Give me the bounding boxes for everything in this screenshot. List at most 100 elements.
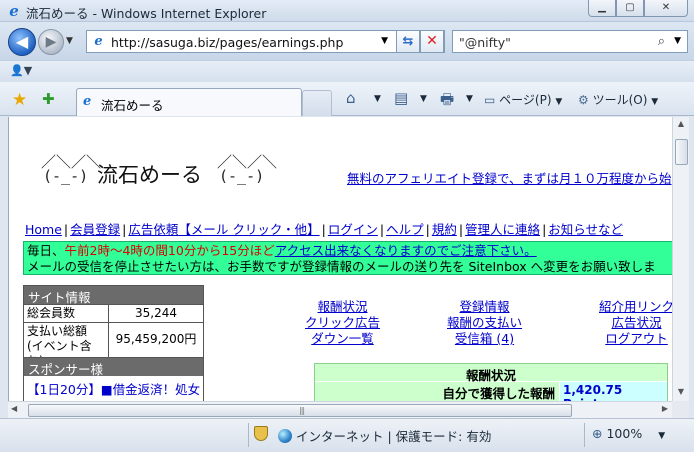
sponsor-link[interactable]: 【1日20分】■借金返済！処女 [24, 376, 203, 401]
web-content: ／＼／＼ (-_-) 流石めーる ／＼／＼ (-_-) 無料のアフェリエイト登録… [8, 117, 677, 401]
maximize-button[interactable]: ▢ [616, 0, 644, 17]
member-links-col2: 登録情報 報酬の支払い 受信箱 (4) [447, 299, 522, 347]
print-icon[interactable]: 🖶 [440, 89, 454, 114]
search-box[interactable]: "@nifty" ⌕ ▼ [452, 30, 688, 53]
command-bar: ★ ✚ e 流石めーる ⌂ ▼ ▤ ▼ 🖶 ▼ ▭ ページ(P) ▼ ⚙ ツール… [0, 82, 694, 116]
link-referral[interactable]: 紹介用リンク [599, 299, 674, 315]
nav-link-home[interactable]: Home [25, 222, 62, 237]
feed-dropdown-icon[interactable]: ▼ [420, 94, 427, 104]
vertical-scrollbar[interactable]: ▲ ▼ [672, 117, 689, 401]
search-input[interactable]: "@nifty" [459, 35, 511, 50]
add-favorite-icon[interactable]: ✚ [42, 90, 55, 108]
member-links-col1: 報酬状況 クリック広告 ダウン一覧 [305, 299, 380, 347]
nav-link-login[interactable]: ログイン [328, 222, 378, 237]
link-click-ads[interactable]: クリック広告 [305, 315, 380, 331]
affiliate-promo-link[interactable]: 無料のアフェリエイト登録で、まずは月１０万程度から始 [347, 168, 672, 187]
notice-banner: 毎日、午前2時～4時の間10分から15分ほどアクセス出来なくなりますのでご注意下… [23, 241, 677, 275]
shield-icon [254, 426, 268, 441]
status-divider [584, 423, 585, 447]
link-inbox[interactable]: 受信箱 (4) [447, 331, 522, 347]
ie-logo-icon: e [9, 2, 19, 20]
stat-row-members: 総会員数 35,244 [24, 304, 203, 322]
zoom-control[interactable]: ⊕ 100% ▼ [592, 426, 665, 441]
scroll-right-icon[interactable]: ▶ [662, 404, 668, 413]
link-ad-status[interactable]: 広告状況 [599, 315, 674, 331]
user-links-icon[interactable]: 👤▼ [10, 64, 32, 77]
status-security-icon[interactable] [254, 426, 268, 442]
scroll-down-icon[interactable]: ▼ [674, 387, 688, 401]
scroll-left-icon[interactable]: ◀ [11, 404, 17, 413]
address-input[interactable]: http://sasuga.biz/pages/earnings.php [111, 35, 343, 50]
address-bar[interactable]: e http://sasuga.biz/pages/earnings.php ▼ [86, 30, 445, 53]
horizontal-scrollbar[interactable]: ◀ ||| ▶ [8, 401, 672, 418]
sponsor-header: スポンサー様 [24, 358, 203, 377]
logo-cat-right-face: (-_-) [219, 167, 265, 185]
nav-link-contact[interactable]: 管理人に連絡 [465, 222, 540, 237]
vertical-scroll-thumb[interactable] [675, 139, 688, 165]
minimize-button[interactable]: ▁ [588, 0, 616, 17]
link-logout[interactable]: ログアウト [599, 331, 674, 347]
history-dropdown-icon[interactable]: ▼ [66, 36, 73, 46]
zoom-level: 100% [606, 426, 643, 441]
nav-link-mail-click[interactable]: 【メール クリック・他】 [178, 222, 319, 237]
stop-button[interactable]: ✕ [420, 30, 444, 53]
stat-value: 35,244 [135, 306, 177, 320]
site-nav: Home | 会員登録 | 広告依頼【メール クリック・他】 | ログイン | ヘルプ | 規約 | 管… [25, 222, 624, 237]
forward-button[interactable]: ▶ [38, 29, 64, 55]
scroll-grip-icon: ||| [299, 406, 305, 415]
nav-link-news[interactable]: お知らせなど [548, 222, 623, 237]
report-row: 自分で獲得した報酬 1,420.75 Points [315, 381, 667, 401]
tab-current[interactable]: e 流石めーる [76, 88, 302, 116]
status-bar: インターネット | 保護モード: 有効 ⊕ 100% ▼ [0, 418, 694, 452]
link-registration-info[interactable]: 登録情報 [447, 299, 522, 315]
report-title: 報酬状況 [315, 364, 667, 383]
status-zone-text: インターネット | 保護モード: 有効 [296, 429, 492, 444]
link-downline[interactable]: ダウン一覧 [305, 331, 380, 347]
site-logo[interactable]: 流石めーる [97, 159, 202, 189]
page-icon: e [94, 34, 103, 49]
notice-link[interactable]: アクセス出来なくなりますのでご注意下さい。 [275, 243, 537, 258]
page-menu-label: ページ(P) [499, 93, 552, 107]
page-menu-dropdown-icon: ▼ [555, 97, 563, 107]
globe-icon [278, 429, 292, 443]
status-zone[interactable]: インターネット | 保護モード: 有効 [278, 426, 491, 445]
home-icon[interactable]: ⌂ [346, 89, 356, 107]
title-bar: e 流石めーる - Windows Internet Explorer ▁ ▢ … [0, 0, 694, 22]
report-value: 1,420.75 Points [559, 382, 667, 401]
tab-label: 流石めーる [101, 98, 164, 113]
horizontal-scroll-thumb[interactable]: ||| [28, 404, 572, 417]
print-dropdown-icon[interactable]: ▼ [466, 94, 473, 104]
navigation-bar: ◀ ▶ ▼ e http://sasuga.biz/pages/earnings… [0, 22, 694, 60]
zoom-icon: ⊕ [592, 426, 603, 441]
feed-icon[interactable]: ▤ [394, 89, 408, 107]
nav-link-ad-request[interactable]: 広告依頼 [128, 222, 178, 237]
close-button[interactable]: ✕ [644, 0, 688, 17]
sponsor-box: スポンサー様 【1日20分】■借金返済！処女 [23, 357, 204, 401]
nav-link-register[interactable]: 会員登録 [70, 222, 120, 237]
nav-link-help[interactable]: ヘルプ [386, 222, 424, 237]
search-dropdown-icon[interactable]: ▼ [674, 36, 681, 46]
link-earnings-status[interactable]: 報酬状況 [305, 299, 380, 315]
page-menu[interactable]: ▭ ページ(P) ▼ [484, 91, 562, 108]
back-button[interactable]: ◀ [8, 28, 36, 56]
notice-prefix: 毎日、 [27, 243, 65, 258]
nav-link-terms[interactable]: 規約 [432, 222, 457, 237]
site-info-header: サイト情報 [24, 286, 203, 305]
address-dropdown-icon[interactable]: ▼ [381, 36, 388, 46]
zoom-dropdown-icon: ▼ [658, 431, 666, 441]
logo-cat-left-face: (-_-) [43, 167, 89, 185]
status-divider [248, 423, 249, 447]
stat-label: 総会員数 [24, 305, 109, 322]
new-tab-button[interactable] [302, 90, 332, 116]
tools-menu-dropdown-icon: ▼ [651, 97, 659, 107]
favorites-star-icon[interactable]: ★ [12, 90, 27, 110]
home-dropdown-icon[interactable]: ▼ [374, 94, 381, 104]
refresh-button[interactable]: ⇆ [396, 30, 420, 53]
search-icon[interactable]: ⌕ [658, 34, 665, 49]
tools-menu[interactable]: ⚙ ツール(O) ▼ [578, 91, 658, 108]
link-payout[interactable]: 報酬の支払い [447, 315, 522, 331]
page-menu-icon: ▭ [484, 93, 496, 107]
scroll-up-icon[interactable]: ▲ [674, 119, 688, 133]
gear-icon: ⚙ [578, 93, 589, 107]
window-controls: ▁ ▢ ✕ [588, 0, 688, 17]
